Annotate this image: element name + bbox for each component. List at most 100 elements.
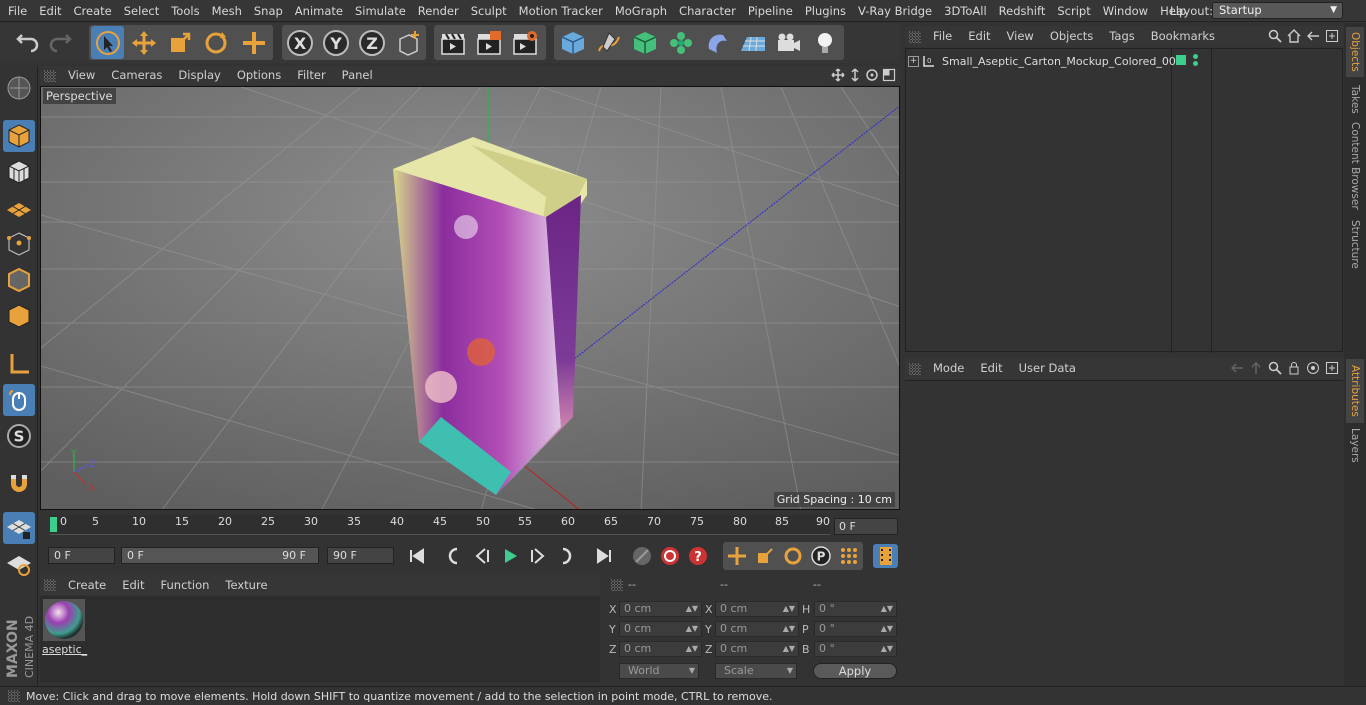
orbit-icon[interactable] bbox=[865, 68, 879, 82]
render-visibility-dot[interactable] bbox=[1193, 61, 1198, 66]
start-frame-field[interactable]: 0 F bbox=[48, 547, 115, 564]
object-list[interactable]: + 0 Small_Aseptic_Carton_Mockup_Colored_… bbox=[905, 48, 1343, 353]
key-position-toggle[interactable] bbox=[724, 544, 749, 568]
tab-takes[interactable]: Takes bbox=[1346, 81, 1364, 117]
menu-motion-tracker[interactable]: Motion Tracker bbox=[513, 0, 609, 22]
maximize-view-icon[interactable] bbox=[882, 68, 896, 82]
menu-3dtoall[interactable]: 3DToAll bbox=[938, 0, 993, 22]
object-menu-objects[interactable]: Objects bbox=[1042, 26, 1101, 47]
menu-mograph[interactable]: MoGraph bbox=[609, 0, 673, 22]
object-name[interactable]: Small_Aseptic_Carton_Mockup_Colored_001 bbox=[942, 55, 1183, 68]
floor-button[interactable] bbox=[736, 26, 769, 59]
camera-button[interactable] bbox=[772, 26, 805, 59]
solo-button[interactable] bbox=[3, 512, 35, 544]
tab-layers[interactable]: Layers bbox=[1346, 425, 1364, 465]
attribute-menu-user-data[interactable]: User Data bbox=[1011, 358, 1084, 379]
z-axis-toggle[interactable]: Z bbox=[355, 26, 388, 59]
object-menu-tags[interactable]: Tags bbox=[1101, 26, 1142, 47]
solo-off-button[interactable] bbox=[3, 548, 35, 580]
scale-tool-button[interactable] bbox=[163, 26, 196, 59]
menu-vray-bridge[interactable]: V-Ray Bridge bbox=[852, 0, 938, 22]
new-panel-icon[interactable] bbox=[1325, 29, 1339, 43]
menu-edit[interactable]: Edit bbox=[33, 0, 67, 22]
viewport-scene[interactable]: Y Z X bbox=[41, 87, 900, 510]
render-to-picture-viewer-button[interactable] bbox=[472, 26, 505, 59]
position-z-field[interactable]: 0 cm ▲▼ bbox=[619, 641, 702, 657]
lock-icon[interactable] bbox=[1287, 361, 1301, 375]
key-parameter-toggle[interactable]: P bbox=[808, 544, 833, 568]
model-mode-button[interactable] bbox=[3, 120, 35, 152]
material-list[interactable]: aseptic_ bbox=[40, 596, 600, 682]
menu-plugins[interactable]: Plugins bbox=[799, 0, 852, 22]
key-rotation-toggle[interactable] bbox=[780, 544, 805, 568]
undo-button[interactable] bbox=[9, 26, 42, 59]
size-y-field[interactable]: 0 cm ▲▼ bbox=[715, 621, 799, 637]
timeline[interactable]: 0 5 10 15 20 25 30 35 40 45 50 55 60 65 … bbox=[40, 512, 900, 540]
viewport-menu-options[interactable]: Options bbox=[229, 66, 289, 85]
autokeying-button[interactable]: ? bbox=[685, 544, 710, 568]
layer-color-swatch[interactable] bbox=[1176, 55, 1186, 65]
cube-button[interactable] bbox=[556, 26, 589, 59]
menu-file[interactable]: File bbox=[2, 0, 33, 22]
material-menu-edit[interactable]: Edit bbox=[114, 575, 152, 595]
axis-mode-button[interactable] bbox=[3, 348, 35, 380]
next-frame-button[interactable] bbox=[525, 544, 550, 568]
current-frame-field[interactable]: 0 F bbox=[834, 518, 898, 535]
previous-frame-button[interactable] bbox=[469, 544, 494, 568]
search-icon[interactable] bbox=[1268, 361, 1282, 375]
perspective-viewport[interactable]: Y Z X Perspective Grid Spacing : 10 cm bbox=[40, 86, 900, 510]
size-z-field[interactable]: 0 cm ▲▼ bbox=[715, 641, 799, 657]
live-selection-button[interactable] bbox=[91, 26, 124, 59]
cloner-button[interactable] bbox=[664, 26, 697, 59]
autokey-off-button[interactable] bbox=[629, 544, 654, 568]
attribute-menu-edit[interactable]: Edit bbox=[972, 358, 1010, 379]
apply-button[interactable]: Apply bbox=[813, 663, 897, 679]
object-menu-bookmarks[interactable]: Bookmarks bbox=[1143, 26, 1223, 47]
new-panel-icon[interactable] bbox=[1325, 361, 1339, 375]
menu-animate[interactable]: Animate bbox=[289, 0, 349, 22]
move-tool-button[interactable] bbox=[127, 26, 160, 59]
tab-objects[interactable]: Objects bbox=[1346, 27, 1364, 77]
viewport-menu-display[interactable]: Display bbox=[170, 66, 228, 85]
size-x-field[interactable]: 0 cm ▲▼ bbox=[715, 601, 799, 617]
expand-plus-icon[interactable]: + bbox=[908, 55, 919, 67]
object-menu-file[interactable]: File bbox=[925, 26, 960, 47]
viewport-menu-panel[interactable]: Panel bbox=[334, 66, 381, 85]
coordinate-system-button[interactable] bbox=[392, 26, 425, 59]
rotation-h-field[interactable]: 0 ° ▲▼ bbox=[814, 601, 897, 617]
material-menu-texture[interactable]: Texture bbox=[217, 575, 275, 595]
rotation-p-field[interactable]: 0 ° ▲▼ bbox=[814, 621, 897, 637]
material-item[interactable]: aseptic_ bbox=[40, 596, 88, 660]
rotation-b-field[interactable]: 0 ° ▲▼ bbox=[814, 641, 897, 657]
viewport-menu-filter[interactable]: Filter bbox=[289, 66, 333, 85]
menu-mesh[interactable]: Mesh bbox=[206, 0, 248, 22]
play-button[interactable] bbox=[497, 544, 522, 568]
texture-mode-button[interactable] bbox=[3, 156, 35, 188]
magnet-button[interactable] bbox=[3, 468, 35, 500]
arrow-back-icon[interactable] bbox=[1230, 361, 1244, 375]
object-menu-edit[interactable]: Edit bbox=[960, 26, 998, 47]
tab-structure[interactable]: Structure bbox=[1346, 217, 1364, 271]
object-menu-view[interactable]: View bbox=[999, 26, 1042, 47]
menu-create[interactable]: Create bbox=[68, 0, 118, 22]
recent-tools-button[interactable] bbox=[237, 26, 270, 59]
light-button[interactable] bbox=[808, 26, 841, 59]
zoom-icon[interactable] bbox=[848, 68, 862, 82]
pen-spline-button[interactable] bbox=[592, 26, 625, 59]
points-mode-button[interactable] bbox=[3, 228, 35, 260]
home-icon[interactable] bbox=[1287, 29, 1301, 43]
coordinate-mode-select[interactable]: World ▼ bbox=[619, 663, 699, 679]
rotate-tool-button[interactable] bbox=[199, 26, 232, 59]
menu-render[interactable]: Render bbox=[412, 0, 465, 22]
attribute-menu-mode[interactable]: Mode bbox=[925, 358, 972, 379]
go-to-start-button[interactable] bbox=[404, 544, 429, 568]
timeline-window-button[interactable] bbox=[873, 544, 898, 568]
render-settings-button[interactable] bbox=[508, 26, 541, 59]
key-pla-toggle[interactable] bbox=[836, 544, 861, 568]
position-y-field[interactable]: 0 cm ▲▼ bbox=[619, 621, 702, 637]
layout-select[interactable]: Startup ▼ bbox=[1212, 2, 1343, 19]
key-scale-toggle[interactable] bbox=[752, 544, 777, 568]
material-menu-create[interactable]: Create bbox=[60, 575, 114, 595]
viewport-menu-cameras[interactable]: Cameras bbox=[103, 66, 170, 85]
menu-script[interactable]: Script bbox=[1051, 0, 1096, 22]
